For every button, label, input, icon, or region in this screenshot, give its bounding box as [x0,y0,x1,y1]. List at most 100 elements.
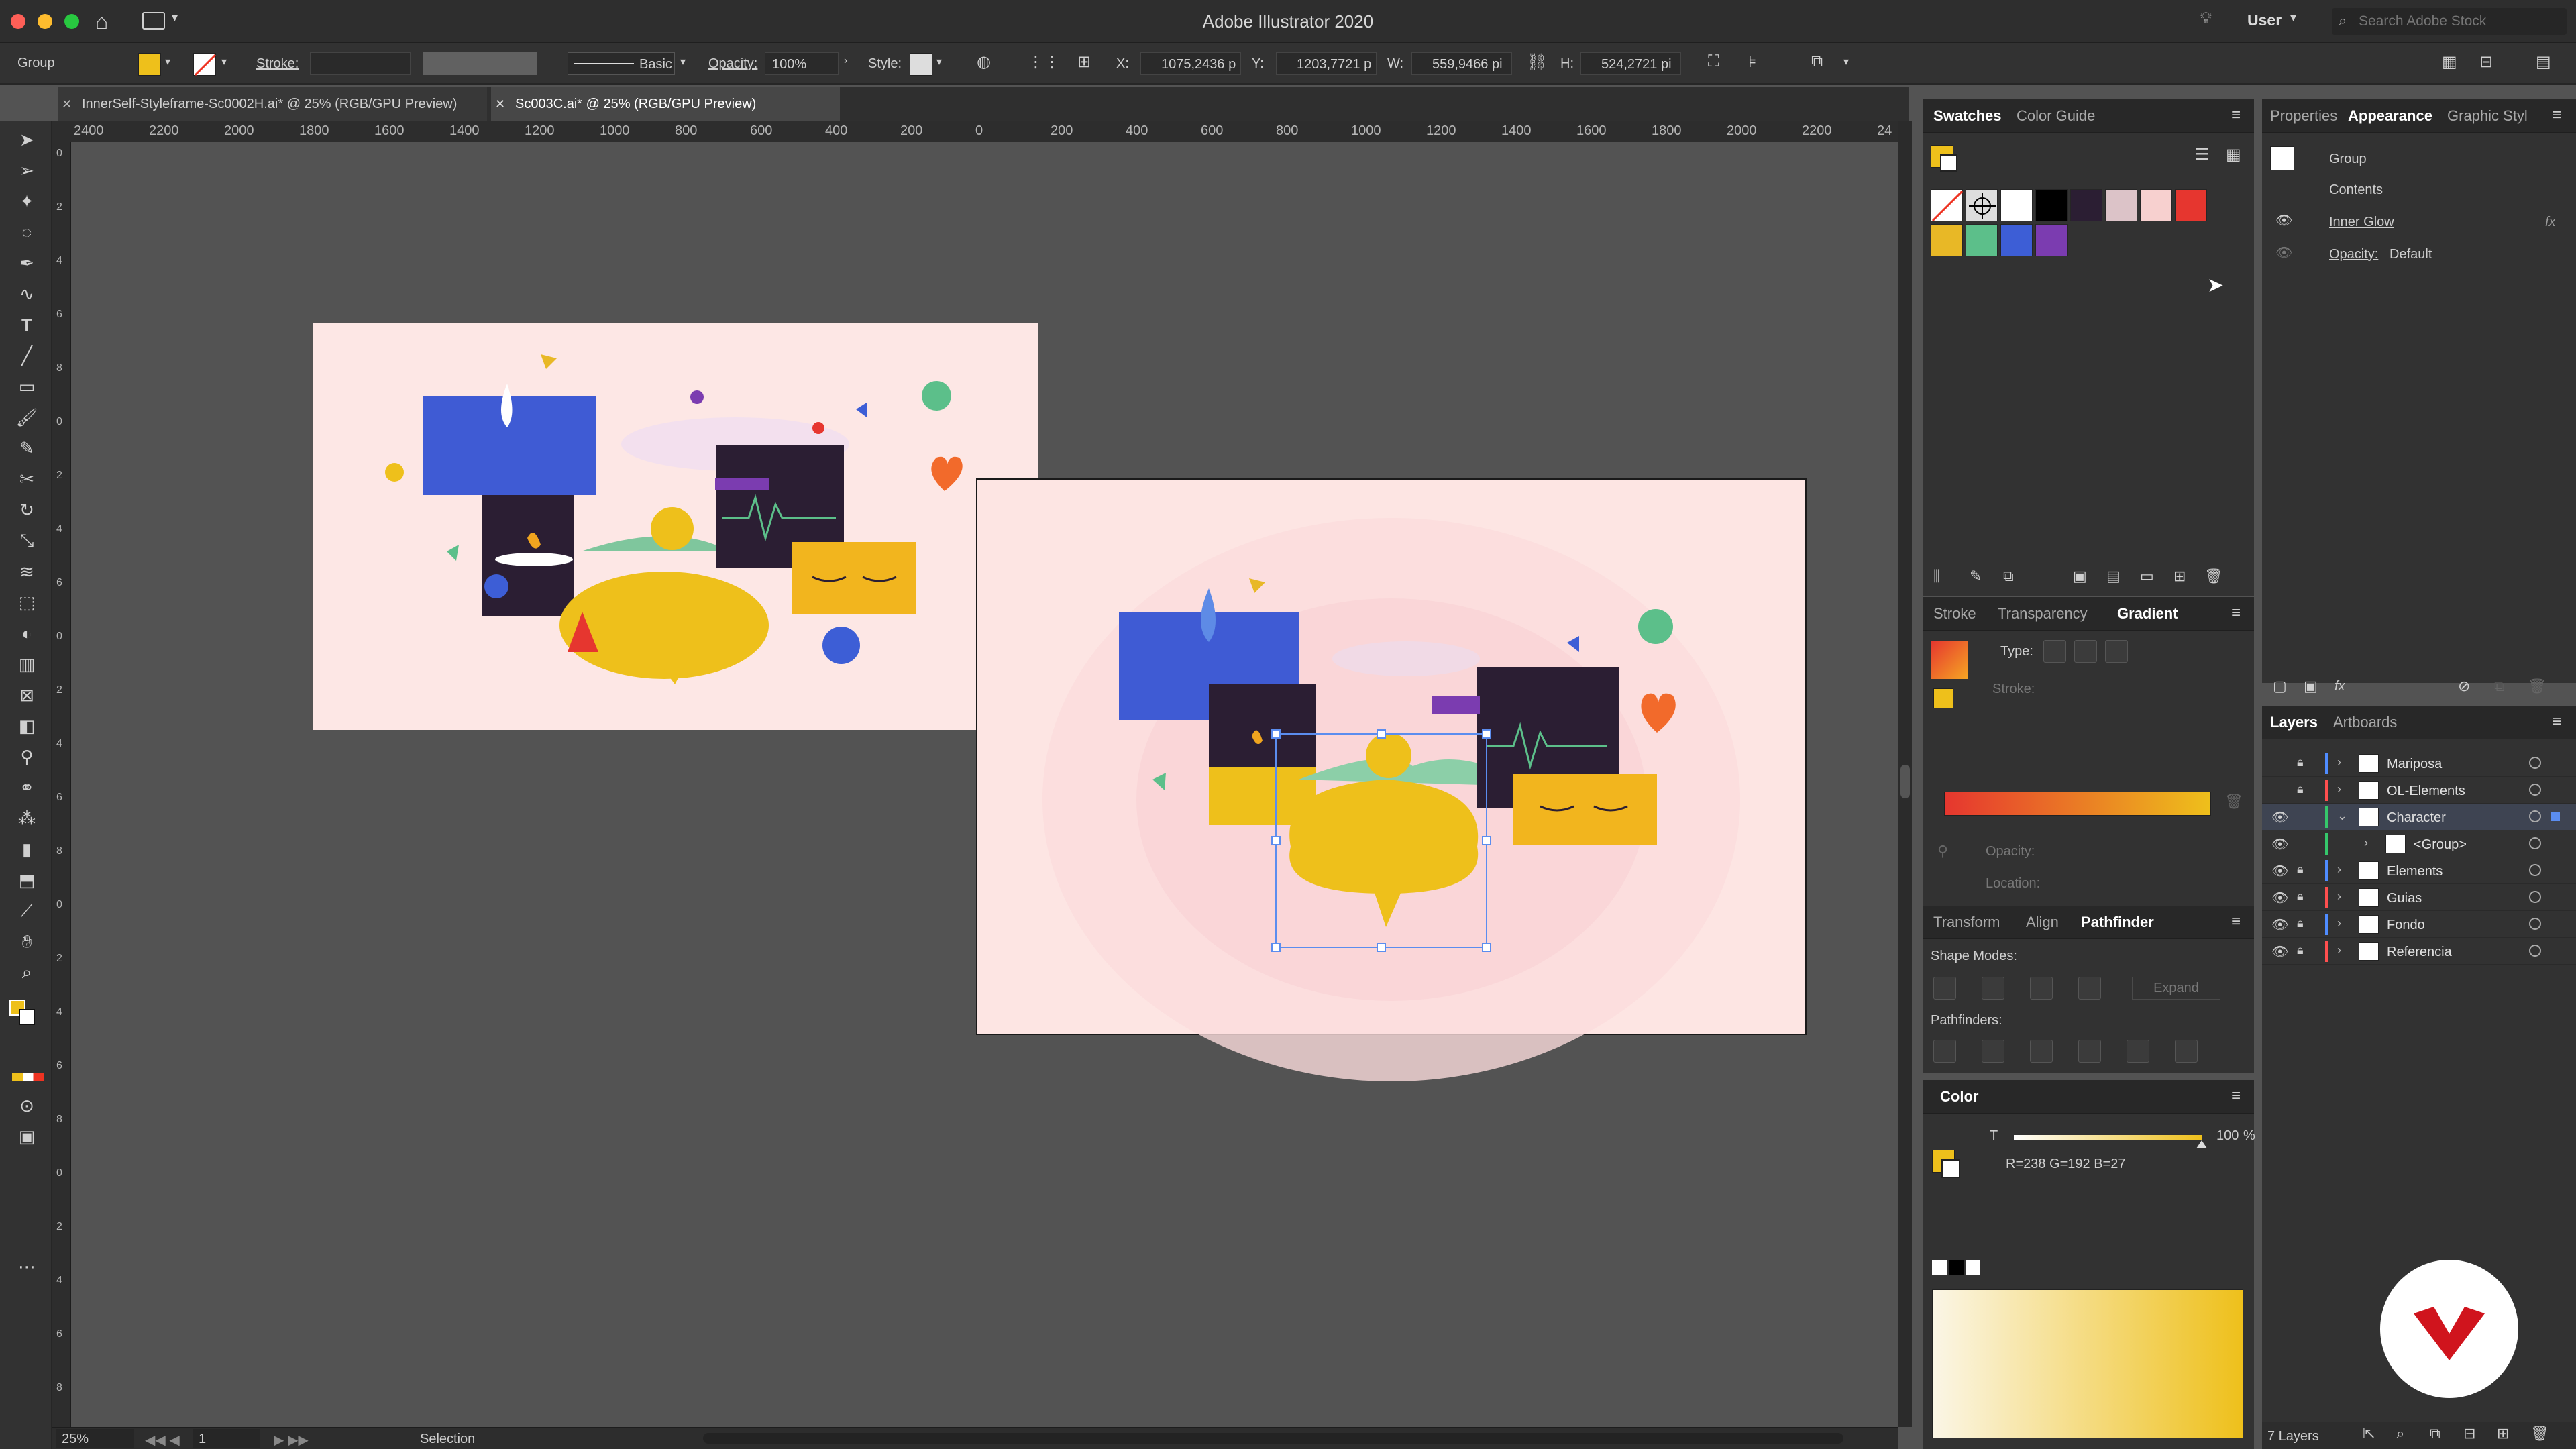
tab-appearance[interactable]: Appearance [2348,99,2432,133]
tab-swatches[interactable]: Swatches [1933,99,2002,133]
layer-row[interactable]: 👁︎ 🔒︎ › Elements [2262,857,2576,884]
layer-name[interactable]: Referencia [2387,945,2452,960]
search-input[interactable] [2359,11,2560,32]
lock-icon[interactable]: 🔒︎ [2297,782,2304,796]
color-swatch[interactable] [2000,189,2033,221]
unite-button[interactable] [1933,977,1956,1000]
tab-color[interactable]: Color [1940,1080,1978,1114]
slice-tool-icon[interactable]: ⟋ [15,899,39,923]
new-group-icon[interactable]: ▭ [2140,568,2154,585]
y-field[interactable]: 1203,7721 p [1276,52,1377,75]
rotate-tool-icon[interactable]: ↻ [15,498,39,522]
layer-row[interactable]: 👁︎ › <Group> [2262,830,2576,857]
appearance-contents[interactable]: Contents [2329,182,2383,198]
rectangle-tool-icon[interactable]: ▭ [15,374,39,398]
selection-tool-icon[interactable]: ➤ [15,127,39,152]
draw-mode-icon[interactable]: ⊙ [15,1093,39,1118]
fill-swatch[interactable] [138,53,161,76]
layer-row[interactable]: 🔒︎ › OL-Elements [2262,777,2576,804]
black-color-icon[interactable] [1949,1260,1964,1275]
artboard-next-icons[interactable]: ▶ ▶▶ [274,1432,309,1448]
none-swatch[interactable] [1931,189,1964,222]
chevron-right-icon[interactable]: › [2364,836,2368,850]
panel-menu-icon[interactable]: ≡ [2231,106,2241,125]
x-field[interactable]: 1075,2436 p [1140,52,1241,75]
line-tool-icon[interactable]: ╱ [15,343,39,368]
collect-export-icon[interactable]: ⇱ [2363,1425,2375,1442]
more-tools-icon[interactable]: ⋯ [15,1254,39,1279]
align-objects-icon[interactable]: ⊧ [1748,52,1757,72]
new-sublayer-icon[interactable]: ⊟ [2463,1425,2475,1442]
chevron-down-icon[interactable]: ▾ [1843,55,1849,68]
minus-front-button[interactable] [1982,977,2004,1000]
layer-name[interactable]: <Group> [2414,837,2467,853]
layer-name[interactable]: OL-Elements [2387,784,2465,799]
lasso-tool-icon[interactable]: ◌ [15,220,39,244]
panel-menu-icon[interactable]: ⊟ [2479,52,2493,72]
add-fill-icon[interactable]: ▣ [2304,678,2318,695]
zoom-window-button[interactable] [64,14,79,29]
swatch-libraries-icon[interactable]: ⫼ [1933,568,1940,585]
scissors-tool-icon[interactable]: ✂ [15,467,39,491]
duplicate-item-icon[interactable]: ⧉ [2494,678,2505,695]
color-mode-icons[interactable] [12,1073,44,1081]
stroke-swatch[interactable] [193,53,217,76]
tint-thumb[interactable] [2196,1140,2207,1148]
color-swatch[interactable] [2175,189,2207,221]
column-graph-tool-icon[interactable]: ▮ [15,837,39,861]
layer-row[interactable]: 👁︎ 🔒︎ › Referencia [2262,938,2576,965]
zoom-tool-icon[interactable]: ⌕ [15,961,39,985]
freeform-gradient-button[interactable] [2105,640,2128,663]
lock-icon[interactable]: 🔒︎ [2297,916,2304,930]
graphic-style-swatch[interactable] [910,53,932,76]
chevron-down-icon[interactable]: ▾ [221,55,227,68]
trim-button[interactable] [1982,1040,2004,1063]
layer-name[interactable]: Character [2387,810,2446,826]
add-effect-icon[interactable]: fx [2334,679,2345,694]
chevron-down-icon[interactable]: ▾ [165,55,170,68]
mesh-tool-icon[interactable]: ⊠ [15,683,39,707]
shape-builder-tool-icon[interactable]: ◐ [15,621,39,645]
chevron-right-icon[interactable]: › [2337,916,2341,930]
gradient-thumbnail[interactable] [1931,641,1968,679]
home-icon[interactable]: ⌂ [95,9,108,34]
layer-name[interactable]: Fondo [2387,918,2425,933]
tint-value[interactable]: 100 [2216,1128,2239,1144]
stroke-swatch[interactable] [1940,154,1957,172]
workspace-switcher[interactable]: User [2247,11,2282,30]
opacity-label[interactable]: Opacity: [708,56,757,72]
align-to-icon[interactable]: ⋮⋮ [1028,52,1060,72]
minimize-window-button[interactable] [38,14,52,29]
delete-swatch-icon[interactable]: 🗑︎ [2204,568,2223,585]
visibility-eye-icon[interactable]: 👁︎ [2271,890,2288,906]
lock-icon[interactable]: 🔒︎ [2297,863,2304,877]
new-swatch-icon[interactable]: ⊞ [2174,568,2186,585]
direct-selection-tool-icon[interactable]: ➢ [15,158,39,182]
none-color-icon[interactable] [1932,1260,1947,1275]
tab-properties[interactable]: Properties [2270,99,2337,133]
chevron-right-icon[interactable]: › [2337,863,2341,877]
horizontal-scrollbar[interactable] [703,1433,1843,1444]
tab-align[interactable]: Align [2026,906,2059,939]
chevron-down-icon[interactable]: ▾ [2290,11,2296,25]
tab-color-guide[interactable]: Color Guide [2017,99,2095,133]
target-icon[interactable] [2529,837,2541,849]
blend-tool-icon[interactable]: ⚭ [15,775,39,800]
tab-pathfinder[interactable]: Pathfinder [2081,906,2154,939]
eyedropper-icon[interactable]: ⚲ [1937,843,1948,860]
chevron-right-icon[interactable]: ⌄ [2337,809,2347,823]
perspective-grid-tool-icon[interactable]: ▥ [15,652,39,676]
target-icon[interactable] [2529,757,2541,769]
linear-gradient-button[interactable] [2043,640,2066,663]
clear-appearance-icon[interactable]: ⊘ [2458,678,2470,695]
variable-width-profile[interactable] [423,52,537,75]
tab-transparency[interactable]: Transparency [1998,597,2088,631]
magic-wand-tool-icon[interactable]: ✦ [15,189,39,213]
free-transform-tool-icon[interactable]: ⬚ [15,590,39,614]
symbol-sprayer-tool-icon[interactable]: ⁂ [15,806,39,830]
pen-tool-icon[interactable]: ✒ [15,251,39,275]
color-swatch[interactable] [1931,224,1963,256]
color-group-icon[interactable]: ▣ [2073,568,2087,585]
screen-mode-icon[interactable]: ▣ [15,1124,39,1148]
stroke-weight-field[interactable] [310,52,411,75]
